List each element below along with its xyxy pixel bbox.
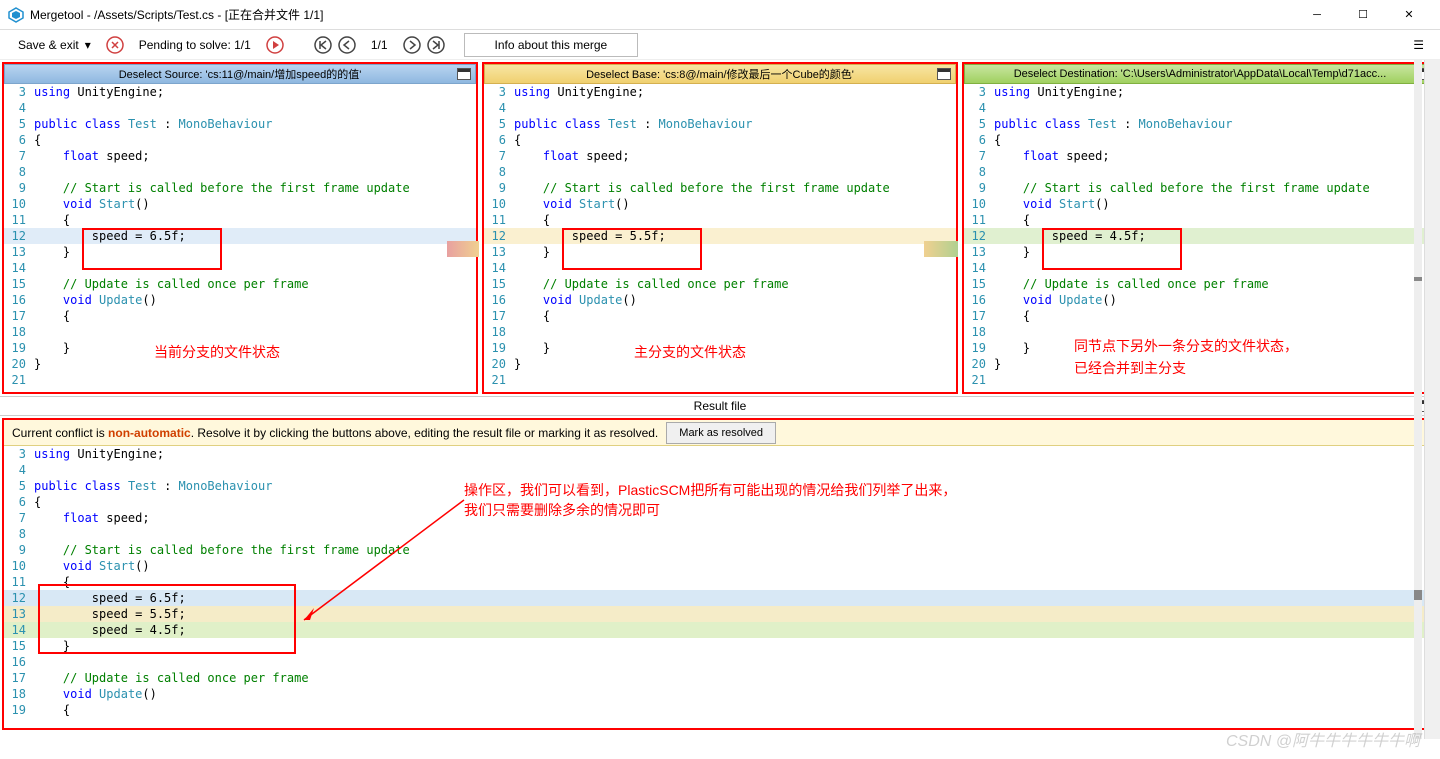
maximize-pane-icon[interactable] (457, 68, 471, 80)
base-code[interactable]: 3using UnityEngine;45public class Test :… (484, 84, 956, 392)
save-exit-label: Save & exit (18, 38, 79, 52)
dest-pane: Deselect Destination: 'C:\Users\Administ… (962, 62, 1438, 394)
base-header-label: Deselect Base: 'cs:8@/main/修改最后一个Cube的颜色… (586, 66, 854, 82)
scrollbar-vertical[interactable] (1424, 60, 1440, 739)
pending-label: Pending to solve: 1/1 (129, 34, 261, 56)
conflict-message: Current conflict is non-automatic. Resol… (12, 426, 658, 440)
close-circle-icon[interactable] (105, 35, 125, 55)
next-icon[interactable] (402, 35, 422, 55)
prev-icon[interactable] (337, 35, 357, 55)
close-button[interactable]: ✕ (1386, 0, 1432, 30)
source-header-label: Deselect Source: 'cs:11@/main/增加speed的的值… (119, 66, 362, 82)
conflict-type: non-automatic (108, 426, 191, 440)
hamburger-icon[interactable]: ☰ (1405, 34, 1432, 56)
maximize-button[interactable]: ☐ (1340, 0, 1386, 30)
source-header[interactable]: Deselect Source: 'cs:11@/main/增加speed的的值… (4, 64, 476, 84)
window-titlebar: Mergetool - /Assets/Scripts/Test.cs - [正… (0, 0, 1440, 30)
window-title: Mergetool - /Assets/Scripts/Test.cs - [正… (30, 6, 1294, 23)
source-code[interactable]: 3using UnityEngine;45public class Test :… (4, 84, 476, 392)
maximize-pane-icon[interactable] (937, 68, 951, 80)
first-icon[interactable] (313, 35, 333, 55)
info-merge-button[interactable]: Info about this merge (464, 33, 639, 57)
save-exit-button[interactable]: Save & exit ▾ (8, 34, 101, 56)
base-header[interactable]: Deselect Base: 'cs:8@/main/修改最后一个Cube的颜色… (484, 64, 956, 84)
app-logo-icon (8, 7, 24, 23)
result-code[interactable]: 3using UnityEngine;45public class Test :… (4, 446, 1436, 728)
mark-resolved-button[interactable]: Mark as resolved (666, 422, 776, 444)
last-icon[interactable] (426, 35, 446, 55)
position-label: 1/1 (361, 34, 398, 56)
source-pane: Deselect Source: 'cs:11@/main/增加speed的的值… (2, 62, 478, 394)
dest-header-label: Deselect Destination: 'C:\Users\Administ… (1014, 68, 1387, 80)
result-header: Result file (0, 396, 1440, 416)
dest-code[interactable]: 3using UnityEngine;45public class Test :… (964, 84, 1436, 392)
play-icon[interactable] (265, 35, 285, 55)
dest-header[interactable]: Deselect Destination: 'C:\Users\Administ… (964, 64, 1436, 84)
conflict-bar: Current conflict is non-automatic. Resol… (4, 420, 1436, 446)
result-pane: Current conflict is non-automatic. Resol… (2, 418, 1438, 730)
base-pane: Deselect Base: 'cs:8@/main/修改最后一个Cube的颜色… (482, 62, 958, 394)
result-header-label: Result file (694, 399, 747, 413)
scroll-minimap[interactable] (1414, 60, 1422, 739)
minimize-button[interactable]: ─ (1294, 0, 1340, 30)
merge-panes: Deselect Source: 'cs:11@/main/增加speed的的值… (0, 60, 1440, 396)
chevron-down-icon: ▾ (85, 38, 91, 52)
main-toolbar: Save & exit ▾ Pending to solve: 1/1 1/1 … (0, 30, 1440, 60)
watermark: CSDN @阿牛牛牛牛牛牛啊 (1226, 727, 1420, 751)
